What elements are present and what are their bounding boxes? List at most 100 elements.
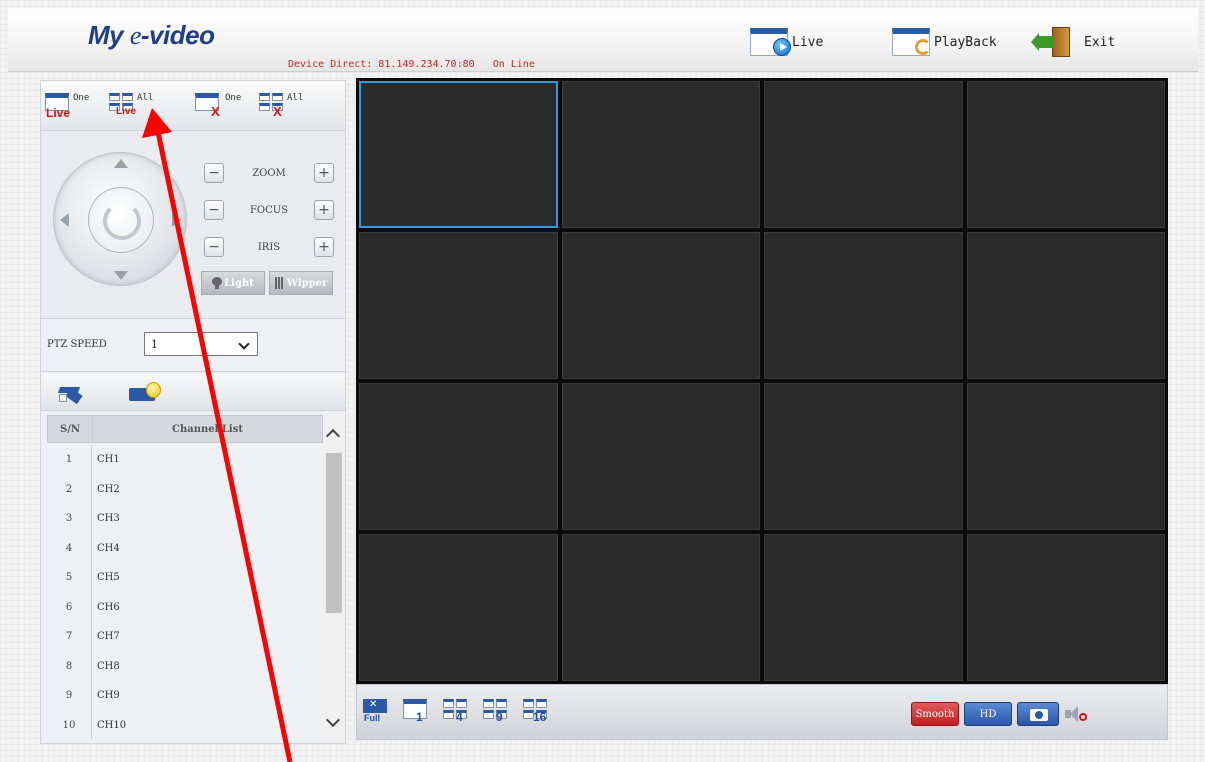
focus-minus-button[interactable]: − [204,200,224,220]
one-close-button[interactable]: X One [195,93,241,119]
video-cell[interactable] [359,81,558,228]
ptz-speed-label: PTZ SPEED [47,339,107,350]
channel-sn: 7 [47,622,92,652]
ptz-speed-row: PTZ SPEED 1 [41,320,345,372]
exit-button[interactable]: Exit [1031,26,1115,58]
one-live-sub: Live [46,106,71,120]
snapshot-button[interactable] [1017,702,1059,726]
ptz-right-arrow-icon[interactable] [172,213,181,227]
stream-toolbar: Live One Live All X One X All [41,81,345,131]
video-cell[interactable] [966,81,1165,228]
layout-16-button[interactable]: 16 [523,699,555,727]
zoom-in-button[interactable]: + [314,163,334,183]
bulb-icon [212,277,223,289]
channel-name: CH8 [97,660,120,672]
video-cell[interactable] [359,232,558,379]
full-label: Full [364,713,380,723]
one-live-button[interactable]: Live One [45,93,89,119]
ptz-left-arrow-icon[interactable] [60,213,69,227]
channel-row[interactable]: 8 CH8 [47,651,323,681]
video-cell[interactable] [966,383,1165,530]
video-cell[interactable] [359,534,558,681]
video-grid [356,78,1168,684]
layout-4-label: 4 [456,710,463,724]
preset-icon[interactable] [57,383,85,405]
video-cell[interactable] [359,383,558,530]
one-close-label: One [225,93,242,103]
iris-label: IRIS [257,241,281,253]
smooth-button[interactable]: Smooth [911,702,959,726]
channel-row[interactable]: 4 CH4 [47,533,323,563]
channel-row[interactable]: 7 CH7 [47,622,323,652]
light-bulb-icon[interactable] [129,382,163,404]
video-cell[interactable] [561,81,760,228]
zoom-control: − ZOOM + [204,162,334,184]
preset-icons-row [41,373,345,411]
video-cell[interactable] [966,534,1165,681]
ptz-joystick[interactable] [53,152,187,286]
layout-1-button[interactable]: 1 [403,699,435,727]
video-toolbar: Full 1 4 9 16 Smooth HD [356,684,1168,740]
ptz-auto-rotate-button[interactable] [88,187,154,253]
channel-sn: 10 [47,710,92,740]
one-live-label: One [73,93,90,103]
all-close-button[interactable]: X All [259,93,303,119]
mute-speaker-icon[interactable] [1065,705,1087,723]
iris-plus-button[interactable]: + [314,237,334,257]
channel-list-column-header: Channel List [172,423,243,435]
layout-16-label: 16 [533,710,547,724]
channel-sn: 5 [47,563,92,593]
playback-label: PlayBack [934,34,997,50]
logo-e: e [129,21,142,50]
focus-plus-button[interactable]: + [313,200,334,220]
video-cell[interactable] [764,534,963,681]
channel-name: CH10 [97,719,127,731]
video-cell[interactable] [966,232,1165,379]
channel-sn: 4 [47,533,92,563]
playback-icon [892,28,931,56]
channel-row[interactable]: 1 CH1 [47,445,323,475]
channel-row[interactable]: 2 CH2 [47,474,323,504]
all-live-sub: Live [116,106,137,117]
channel-row[interactable]: 9 CH9 [47,681,323,711]
hd-button[interactable]: HD [964,702,1012,726]
playback-button[interactable]: PlayBack [892,26,997,58]
channel-sn: 2 [47,474,92,504]
layout-9-button[interactable]: 9 [483,699,515,727]
light-button[interactable]: Light [201,271,265,295]
layout-4-button[interactable]: 4 [443,699,475,727]
layout-4-icon [443,699,467,719]
logo-my: My [88,20,130,50]
one-close-sub: X [211,104,220,119]
channel-row[interactable]: 5 CH5 [47,563,323,593]
live-button[interactable]: Live [750,26,823,58]
scroll-down-icon[interactable] [325,712,341,728]
video-cell[interactable] [561,383,760,530]
scroll-thumb[interactable] [326,453,342,613]
channel-sn: 1 [47,445,92,475]
fullscreen-button[interactable]: Full [363,699,395,727]
video-cell[interactable] [764,383,963,530]
ptz-up-arrow-icon[interactable] [114,159,128,168]
ptz-speed-select[interactable]: 1 [144,332,258,356]
wiper-label: Wipper [286,277,328,289]
iris-minus-button[interactable]: − [204,237,224,257]
all-close-sub: X [273,104,282,119]
video-cell[interactable] [561,534,760,681]
wiper-button[interactable]: Wipper [269,271,333,295]
channel-name: CH6 [97,601,120,613]
channel-row[interactable]: 3 CH3 [47,504,323,534]
video-cell[interactable] [764,232,963,379]
app-logo: My e-video [88,20,215,51]
video-cell[interactable] [561,232,760,379]
live-icon [750,28,791,56]
zoom-out-button[interactable]: − [204,163,224,183]
ptz-down-arrow-icon[interactable] [114,271,128,280]
all-live-button[interactable]: Live All [109,93,153,119]
channel-row[interactable]: 6 CH6 [47,592,323,622]
layout-1-icon [403,699,427,719]
channel-list-scrollbar[interactable] [325,415,343,743]
video-cell[interactable] [764,81,963,228]
scroll-up-icon[interactable] [325,428,341,444]
channel-row[interactable]: 10 CH10 [47,710,323,740]
